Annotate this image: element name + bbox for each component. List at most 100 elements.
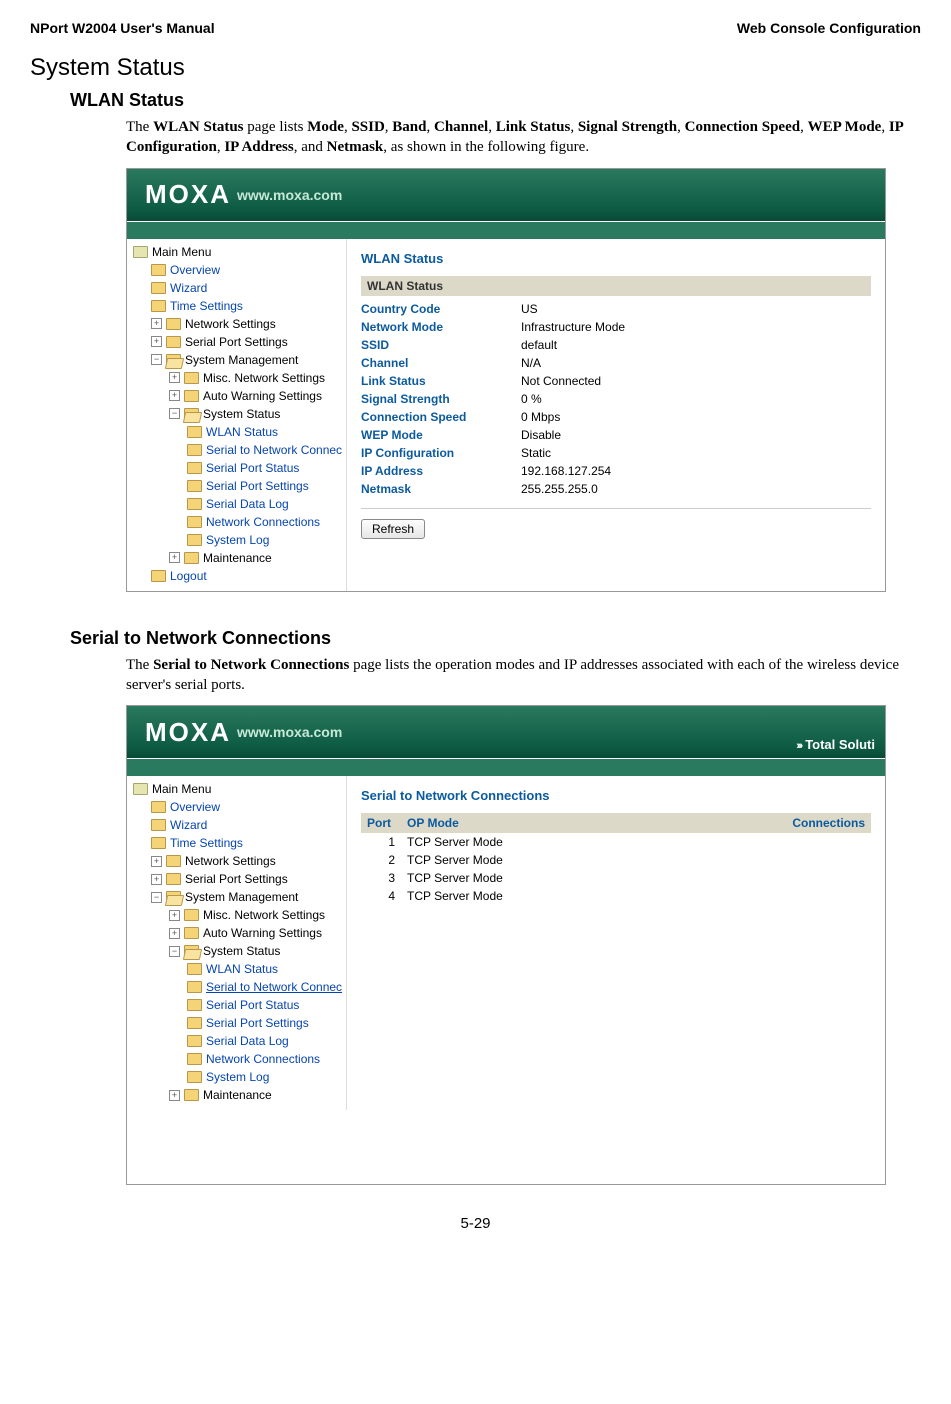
tree-sysmgmt[interactable]: System Management (185, 888, 298, 906)
divider (361, 508, 871, 509)
tree-spset[interactable]: Serial Port Settings (206, 477, 309, 495)
panel-title: WLAN Status (361, 251, 871, 266)
screenshot-s2n: MOXA www.moxa.com ›››Total Soluti Main M… (126, 705, 886, 1185)
tree-maint[interactable]: Maintenance (203, 1086, 272, 1104)
menu-icon (133, 246, 148, 258)
col-port: Port (361, 813, 401, 833)
folder-icon (187, 426, 202, 438)
folder-open-icon (166, 354, 181, 366)
folder-icon (184, 1089, 199, 1101)
tree-sdl[interactable]: Serial Data Log (206, 495, 289, 513)
tree-syslog[interactable]: System Log (206, 531, 269, 549)
tree-syslog[interactable]: System Log (206, 1068, 269, 1086)
tree-network[interactable]: Network Settings (185, 315, 276, 333)
cell-port: 4 (361, 887, 401, 905)
nav-tree[interactable]: Main Menu Overview Wizard Time Settings … (127, 239, 347, 591)
expand-icon[interactable]: + (151, 336, 162, 347)
tree-time[interactable]: Time Settings (170, 297, 243, 315)
tree-sps[interactable]: Serial Port Status (206, 459, 299, 477)
tree-spset[interactable]: Serial Port Settings (206, 1014, 309, 1032)
tree-serialport[interactable]: Serial Port Settings (185, 870, 288, 888)
tree-maint[interactable]: Maintenance (203, 549, 272, 567)
moxa-url: www.moxa.com (237, 187, 342, 203)
tree-netconn[interactable]: Network Connections (206, 1050, 320, 1068)
green-bar (127, 758, 885, 776)
folder-icon (187, 1035, 202, 1047)
tree-autowarn[interactable]: Auto Warning Settings (203, 387, 322, 405)
kv-row: ChannelN/A (361, 354, 871, 372)
page-number: 5-29 (30, 1215, 921, 1232)
expand-icon[interactable]: + (151, 856, 162, 867)
folder-icon (187, 981, 202, 993)
para-wlan-intro: The WLAN Status page lists Mode, SSID, B… (126, 117, 921, 158)
tree-s2n[interactable]: Serial to Network Connec (206, 441, 342, 459)
kv-value: 255.255.255.0 (521, 480, 598, 498)
table-row: 3TCP Server Mode (361, 869, 871, 887)
cell-port: 1 (361, 833, 401, 851)
folder-icon (187, 462, 202, 474)
expand-icon[interactable]: + (151, 318, 162, 329)
tree-wizard[interactable]: Wizard (170, 279, 207, 297)
tree-netconn[interactable]: Network Connections (206, 513, 320, 531)
tree-sysstatus[interactable]: System Status (203, 405, 280, 423)
collapse-icon[interactable]: − (169, 946, 180, 957)
collapse-icon[interactable]: − (151, 354, 162, 365)
nav-tree[interactable]: Main Menu Overview Wizard Time Settings … (127, 776, 347, 1110)
expand-icon[interactable]: + (169, 372, 180, 383)
tree-overview[interactable]: Overview (170, 798, 220, 816)
collapse-icon[interactable]: − (151, 892, 162, 903)
folder-open-icon (184, 945, 199, 957)
moxa-url: www.moxa.com (237, 724, 342, 740)
tree-network[interactable]: Network Settings (185, 852, 276, 870)
heading-s2n: Serial to Network Connections (70, 628, 921, 649)
tree-sps[interactable]: Serial Port Status (206, 996, 299, 1014)
tree-time[interactable]: Time Settings (170, 834, 243, 852)
para-s2n-intro: The Serial to Network Connections page l… (126, 655, 921, 696)
tree-miscnet[interactable]: Misc. Network Settings (203, 369, 325, 387)
folder-icon (187, 963, 202, 975)
tree-overview[interactable]: Overview (170, 261, 220, 279)
expand-icon[interactable]: + (169, 910, 180, 921)
table-row: 2TCP Server Mode (361, 851, 871, 869)
folder-icon (166, 873, 181, 885)
heading-system-status: System Status (30, 54, 921, 82)
folder-icon (151, 837, 166, 849)
tree-wlan[interactable]: WLAN Status (206, 423, 278, 441)
tree-sdl[interactable]: Serial Data Log (206, 1032, 289, 1050)
doc-header-right: Web Console Configuration (737, 20, 921, 36)
kv-label: SSID (361, 336, 521, 354)
kv-row: Link StatusNot Connected (361, 372, 871, 390)
collapse-icon[interactable]: − (169, 408, 180, 419)
kv-row: Netmask255.255.255.0 (361, 480, 871, 498)
kv-value: 0 Mbps (521, 408, 560, 426)
kv-label: Country Code (361, 300, 521, 318)
expand-icon[interactable]: + (169, 928, 180, 939)
kv-label: IP Configuration (361, 444, 521, 462)
kv-value: 192.168.127.254 (521, 462, 611, 480)
kv-label: Signal Strength (361, 390, 521, 408)
expand-icon[interactable]: + (169, 1090, 180, 1101)
tree-miscnet[interactable]: Misc. Network Settings (203, 906, 325, 924)
expand-icon[interactable]: + (169, 390, 180, 401)
kv-value: Disable (521, 426, 561, 444)
tree-wlan[interactable]: WLAN Status (206, 960, 278, 978)
kv-row: SSIDdefault (361, 336, 871, 354)
kv-value: US (521, 300, 538, 318)
kv-value: Not Connected (521, 372, 601, 390)
tree-s2n[interactable]: Serial to Network Connec (206, 978, 342, 996)
refresh-button[interactable]: Refresh (361, 519, 425, 539)
tree-autowarn[interactable]: Auto Warning Settings (203, 924, 322, 942)
expand-icon[interactable]: + (151, 874, 162, 885)
folder-icon (166, 336, 181, 348)
banner: MOXA www.moxa.com (127, 169, 885, 221)
tree-sysmgmt[interactable]: System Management (185, 351, 298, 369)
tree-wizard[interactable]: Wizard (170, 816, 207, 834)
tree-logout[interactable]: Logout (170, 567, 207, 585)
kv-value: 0 % (521, 390, 542, 408)
kv-value: Infrastructure Mode (521, 318, 625, 336)
tree-serialport[interactable]: Serial Port Settings (185, 333, 288, 351)
tree-sysstatus[interactable]: System Status (203, 942, 280, 960)
folder-icon (184, 552, 199, 564)
expand-icon[interactable]: + (169, 552, 180, 563)
cell-mode: TCP Server Mode (401, 833, 601, 851)
